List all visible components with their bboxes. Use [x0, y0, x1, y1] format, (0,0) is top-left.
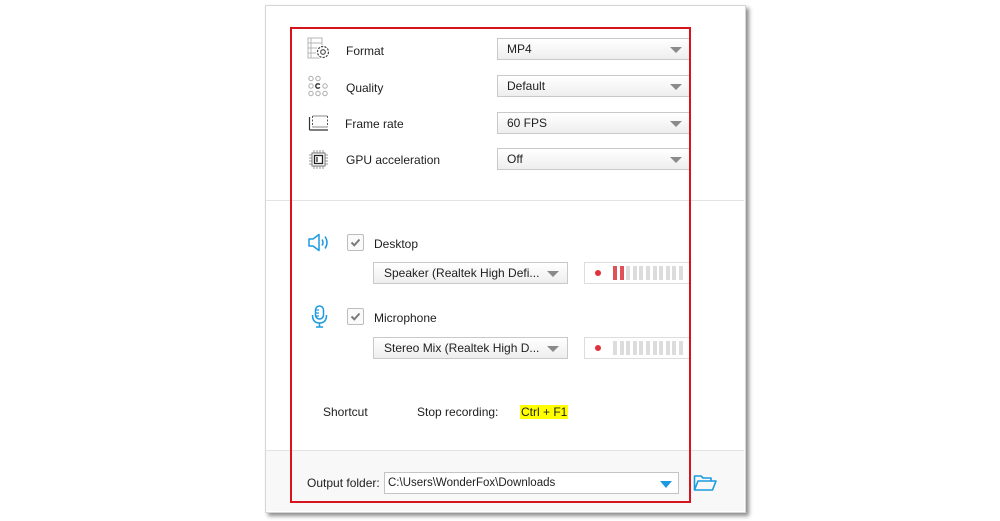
speaker-icon: [308, 233, 332, 252]
gpu-acceleration-label: GPU acceleration: [346, 153, 441, 167]
microphone-volume-meter: [584, 337, 690, 359]
chevron-down-icon: [547, 346, 559, 352]
volume-meter-bar: [659, 341, 664, 355]
frame-rate-value: 60 FPS: [507, 116, 548, 130]
output-folder-path: C:\Users\WonderFox\Downloads: [388, 477, 556, 489]
frame-rate-label: Frame rate: [345, 117, 404, 131]
stop-recording-label: Stop recording:: [417, 405, 499, 419]
chevron-down-icon[interactable]: [660, 481, 672, 488]
volume-meter-bar: [652, 341, 657, 355]
volume-meter-bar: [672, 266, 677, 280]
volume-meter-bar: [665, 266, 670, 280]
record-dot-icon: [595, 270, 601, 276]
output-folder-input[interactable]: C:\Users\WonderFox\Downloads: [384, 472, 679, 494]
format-value: MP4: [507, 42, 532, 56]
format-gear-icon: [307, 37, 332, 61]
microphone-device-value: Stereo Mix (Realtek High D...: [384, 341, 540, 355]
volume-meter-bar: [626, 341, 631, 355]
desktop-volume-meter: [584, 262, 690, 284]
shortcut-title: Shortcut: [323, 405, 368, 419]
chevron-down-icon: [670, 157, 682, 163]
frame-rate-dropdown[interactable]: 60 FPS: [497, 112, 691, 134]
volume-meter-bar: [639, 341, 644, 355]
chevron-down-icon: [547, 271, 559, 277]
folder-open-icon[interactable]: [693, 474, 718, 492]
volume-meter-bar: [679, 341, 683, 355]
gpu-acceleration-value: Off: [507, 152, 523, 166]
volume-meter-bar: [613, 341, 617, 355]
footer-divider: [266, 450, 744, 451]
microphone-icon: [311, 305, 328, 328]
volume-meter-bar: [672, 341, 677, 355]
volume-meter-bar: [646, 266, 650, 280]
format-label: Format: [346, 44, 385, 58]
microphone-device-dropdown[interactable]: Stereo Mix (Realtek High D...: [373, 337, 568, 359]
volume-meter-bar: [632, 341, 637, 355]
desktop-audio-label: Desktop: [374, 237, 419, 251]
gpu-chip-icon: [308, 149, 329, 170]
desktop-audio-checkbox[interactable]: [347, 234, 364, 251]
volume-meter-bar: [665, 341, 670, 355]
output-folder-label: Output folder:: [307, 476, 380, 490]
stop-recording-hotkey[interactable]: Ctrl + F1: [520, 405, 569, 419]
volume-meter-bar: [626, 266, 631, 280]
format-dropdown[interactable]: MP4: [497, 38, 691, 60]
gpu-acceleration-dropdown[interactable]: Off: [497, 148, 691, 170]
checkmark-icon: [350, 238, 361, 247]
frame-rate-icon: [308, 114, 330, 132]
microphone-label: Microphone: [374, 311, 437, 325]
section-divider: [266, 200, 744, 201]
quality-value: Default: [507, 79, 546, 93]
quality-dots-icon: [307, 75, 331, 99]
checkmark-icon: [350, 312, 361, 321]
chevron-down-icon: [670, 84, 682, 90]
desktop-audio-device-value: Speaker (Realtek High Defi...: [384, 266, 540, 280]
volume-meter-bar: [619, 341, 624, 355]
volume-meter-bar: [619, 266, 624, 280]
volume-meter-bar: [613, 266, 617, 280]
chevron-down-icon: [670, 47, 682, 53]
record-dot-icon: [595, 345, 601, 351]
volume-meter-bar: [679, 266, 683, 280]
microphone-checkbox[interactable]: [347, 308, 364, 325]
volume-meter-bar: [646, 341, 650, 355]
volume-meter-bar: [639, 266, 644, 280]
volume-meter-bar: [652, 266, 657, 280]
volume-meter-bar: [632, 266, 637, 280]
quality-dropdown[interactable]: Default: [497, 75, 691, 97]
quality-label: Quality: [346, 81, 384, 95]
volume-meter-bar: [659, 266, 664, 280]
desktop-audio-device-dropdown[interactable]: Speaker (Realtek High Defi...: [373, 262, 568, 284]
chevron-down-icon: [670, 121, 682, 127]
